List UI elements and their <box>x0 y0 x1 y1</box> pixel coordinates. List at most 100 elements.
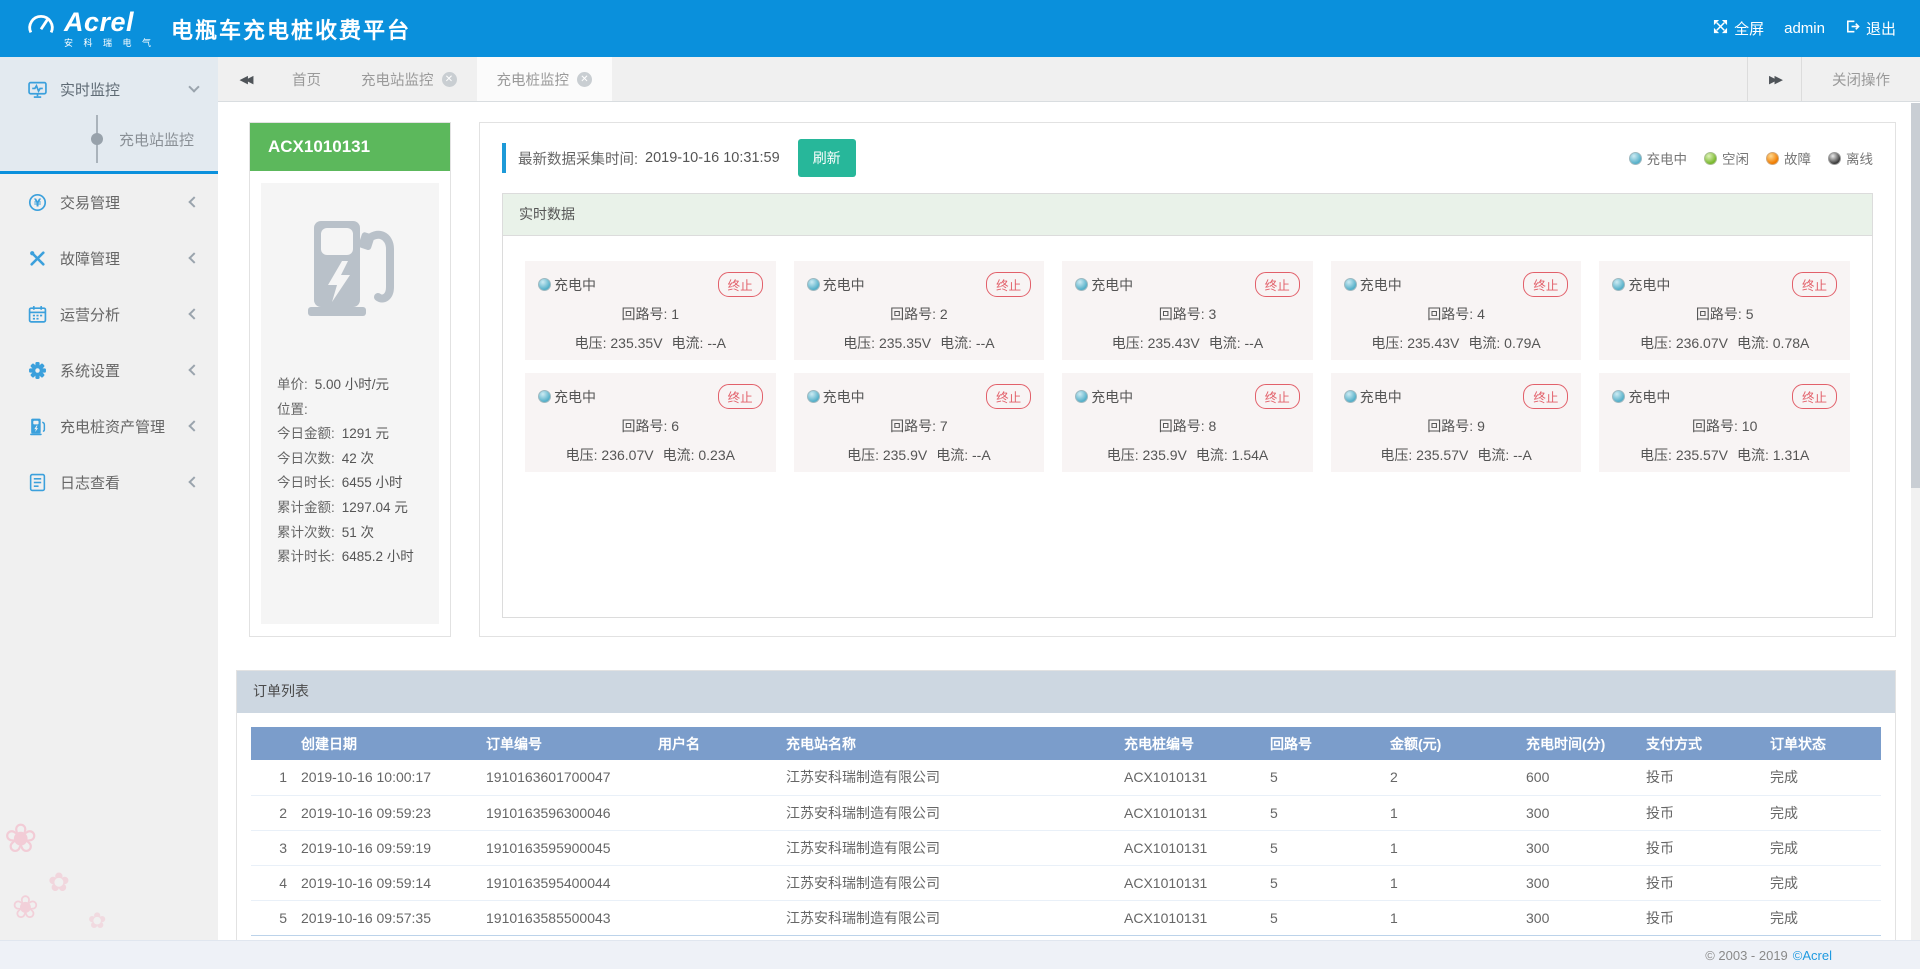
charging-dot-icon <box>1075 390 1088 403</box>
document-icon <box>28 473 47 492</box>
vertical-scrollbar[interactable] <box>1911 103 1920 940</box>
chevron-left-icon <box>188 196 199 207</box>
card-status: 充电中 <box>1075 387 1133 407</box>
sidebar-item-label: 日志查看 <box>60 472 120 493</box>
fullscreen-button[interactable]: 全屏 <box>1713 18 1764 39</box>
circuit-number: 回路号: 1 <box>538 304 763 324</box>
tabs-scroll-left-button[interactable]: ◀◀ <box>218 57 272 101</box>
brand-link[interactable]: ©Acrel <box>1793 948 1832 963</box>
stop-button[interactable]: 终止 <box>986 272 1031 297</box>
circuit-card-4: 充电中终止 回路号: 4 电压: 235.43V电流: 0.79A <box>1331 261 1582 360</box>
charging-dot-icon <box>1075 278 1088 291</box>
stop-button[interactable]: 终止 <box>1523 384 1568 409</box>
sidebar-item-pile-assets[interactable]: 充电桩资产管理 <box>0 398 218 454</box>
card-status: 充电中 <box>538 275 596 295</box>
submenu-dot <box>91 133 103 145</box>
realtime-data-panel: 实时数据 充电中终止 回路号: 1 电压: 235.35V电流: --A 充电中… <box>502 193 1873 618</box>
logout-label: 退出 <box>1866 18 1896 39</box>
close-icon[interactable]: ✕ <box>442 72 457 87</box>
stop-button[interactable]: 终止 <box>1792 384 1837 409</box>
circuit-card-8: 充电中终止 回路号: 8 电压: 235.9V电流: 1.54A <box>1062 373 1313 472</box>
table-row: 2 2019-10-16 09:59:23 1910163596300046 江… <box>251 795 1881 830</box>
logo-wordmark: Acrel <box>64 9 155 36</box>
stop-button[interactable]: 终止 <box>1523 272 1568 297</box>
orders-table: 创建日期 订单编号 用户名 充电站名称 充电桩编号 回路号 金额(元) 充电时间… <box>251 727 1881 936</box>
chevron-left-icon <box>188 252 199 263</box>
circuit-number: 回路号: 9 <box>1344 416 1569 436</box>
sidebar-item-label: 运营分析 <box>60 304 120 325</box>
acrel-logo: Acrel 安 科 瑞 电 气 <box>26 9 155 48</box>
fullscreen-label: 全屏 <box>1734 18 1764 39</box>
sidebar-item-label: 故障管理 <box>60 248 120 269</box>
tab-station-monitor[interactable]: 充电站监控 ✕ <box>341 57 477 101</box>
stat-location: 位置: <box>277 398 423 423</box>
card-status: 充电中 <box>1344 387 1402 407</box>
logout-button[interactable]: 退出 <box>1845 18 1896 39</box>
col-seq <box>251 727 301 760</box>
stop-button[interactable]: 终止 <box>1255 272 1300 297</box>
chevron-left-icon <box>188 308 199 319</box>
charging-dot-icon <box>1612 278 1625 291</box>
circuit-number: 回路号: 4 <box>1344 304 1569 324</box>
chevron-left-icon <box>188 420 199 431</box>
sidebar-item-settings[interactable]: 系统设置 <box>0 342 218 398</box>
close-icon[interactable]: ✕ <box>577 72 592 87</box>
card-status: 充电中 <box>1344 275 1402 295</box>
col-status: 订单状态 <box>1770 727 1881 760</box>
circuit-number: 回路号: 2 <box>807 304 1032 324</box>
circuit-card-3: 充电中终止 回路号: 3 电压: 235.43V电流: --A <box>1062 261 1313 360</box>
tabs-scroll-right-button[interactable]: ▶▶ <box>1747 57 1801 101</box>
refresh-button[interactable]: 刷新 <box>798 139 856 177</box>
circuit-card-grid: 充电中终止 回路号: 1 电压: 235.35V电流: --A 充电中终止 回路… <box>503 236 1872 497</box>
table-header-row: 创建日期 订单编号 用户名 充电站名称 充电桩编号 回路号 金额(元) 充电时间… <box>251 727 1881 760</box>
tab-home[interactable]: 首页 <box>272 57 341 101</box>
sidebar: 实时监控 充电站监控 ¥ 交易管理 <box>0 57 218 940</box>
realtime-data-title: 实时数据 <box>503 194 1872 236</box>
stop-button[interactable]: 终止 <box>1255 384 1300 409</box>
col-pay: 支付方式 <box>1646 727 1770 760</box>
blossom-decoration: ❀ <box>4 816 38 862</box>
circuit-number: 回路号: 5 <box>1612 304 1837 324</box>
sidebar-item-logs[interactable]: 日志查看 <box>0 454 218 510</box>
sidebar-item-analytics[interactable]: 运营分析 <box>0 286 218 342</box>
sidebar-item-realtime-monitor[interactable]: 实时监控 <box>0 67 218 111</box>
legend-offline: 离线 <box>1828 148 1873 168</box>
order-list-title: 订单列表 <box>237 671 1895 713</box>
card-status: 充电中 <box>538 387 596 407</box>
stat-today-count: 今日次数:42 次 <box>277 447 423 472</box>
voltage-current: 电压: 235.9V电流: --A <box>807 445 1032 465</box>
stop-button[interactable]: 终止 <box>718 272 763 297</box>
gear-icon <box>28 361 47 380</box>
stop-button[interactable]: 终止 <box>986 384 1031 409</box>
tools-icon <box>28 249 47 268</box>
stop-button[interactable]: 终止 <box>1792 272 1837 297</box>
content-area: ACX1010131 单价 <box>218 102 1920 940</box>
circuit-number: 回路号: 6 <box>538 416 763 436</box>
tab-pile-monitor[interactable]: 充电桩监控 ✕ <box>477 57 613 101</box>
scrollbar-thumb[interactable] <box>1911 103 1920 488</box>
chevron-down-icon <box>188 81 199 92</box>
card-status: 充电中 <box>1612 275 1670 295</box>
sidebar-item-faults[interactable]: 故障管理 <box>0 230 218 286</box>
charging-pile-icon <box>28 417 47 436</box>
voltage-current: 电压: 235.35V电流: --A <box>807 333 1032 353</box>
stop-button[interactable]: 终止 <box>718 384 763 409</box>
sidebar-item-station-monitor[interactable]: 充电站监控 <box>0 111 218 167</box>
circuit-card-7: 充电中 终止 回路号: 7 电压: 235.9V电流: --A <box>794 373 1045 472</box>
circuit-card-2: 充电中终止 回路号: 2 电压: 235.35V电流: --A <box>794 261 1045 360</box>
card-status: 充电中 <box>807 387 865 407</box>
charging-dot-icon <box>1344 390 1357 403</box>
circuit-number: 回路号: 7 <box>807 416 1032 436</box>
blossom-decoration: ❀ <box>12 888 39 926</box>
legend-fault: 故障 <box>1766 148 1811 168</box>
chevron-left-icon <box>188 476 199 487</box>
charging-dot-icon <box>1629 152 1642 165</box>
sidebar-item-transactions[interactable]: ¥ 交易管理 <box>0 174 218 230</box>
sidebar-subitem-label: 充电站监控 <box>119 129 194 150</box>
tab-bar: ◀◀ 首页 充电站监控 ✕ 充电桩监控 ✕ ▶▶ 关闭操作 <box>218 57 1920 102</box>
charging-pile-illustration <box>300 219 400 331</box>
voltage-current: 电压: 236.07V电流: 0.23A <box>538 445 763 465</box>
close-operations-button[interactable]: 关闭操作 <box>1801 57 1920 101</box>
user-menu[interactable]: admin <box>1784 20 1825 37</box>
header-actions: 全屏 admin 退出 <box>1713 18 1896 39</box>
